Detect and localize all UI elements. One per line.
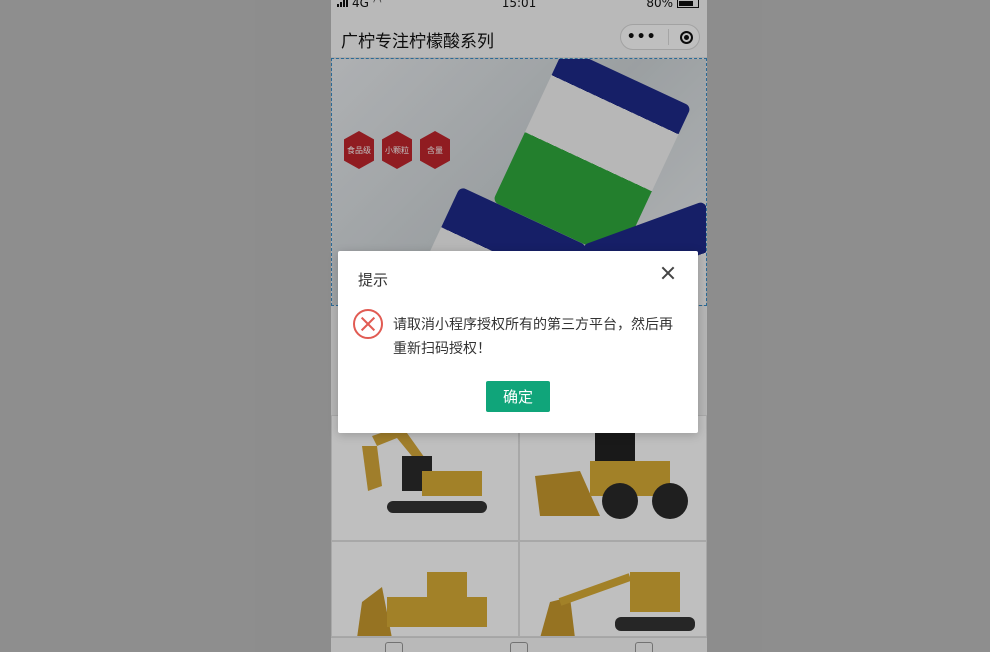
dialog-title: 提示	[358, 271, 389, 289]
error-icon	[353, 309, 383, 339]
dialog-message: 请取消小程序授权所有的第三方平台，然后再重新扫码授权！	[393, 317, 673, 357]
confirm-button[interactable]: 确定	[486, 381, 550, 412]
close-icon[interactable]	[658, 263, 678, 283]
alert-dialog: 提示 请取消小程序授权所有的第三方平台，然后再重新扫码授权！ 确定	[338, 251, 698, 433]
